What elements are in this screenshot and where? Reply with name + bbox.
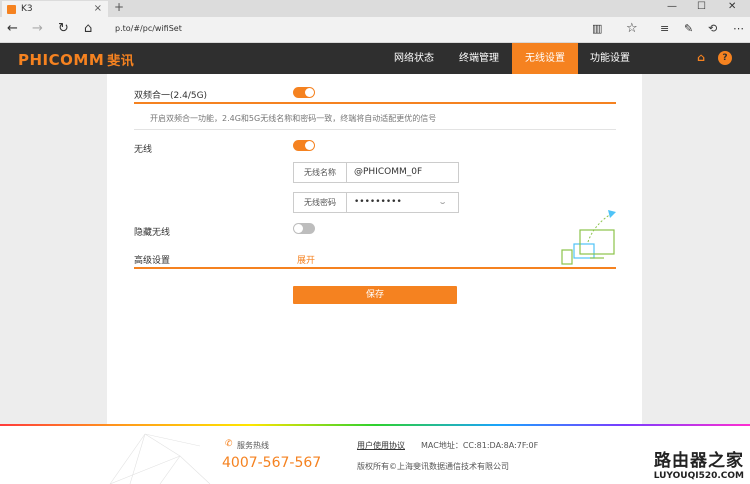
forward-icon[interactable]: → bbox=[32, 21, 43, 36]
password-field-label: 无线密码 bbox=[294, 193, 347, 212]
ssid-input[interactable]: @PHICOMM_0F bbox=[347, 163, 458, 182]
watermark-title: 路由器之家 bbox=[654, 451, 744, 471]
copyright-text: 版权所有©上海斐讯数据通信技术有限公司 bbox=[357, 462, 509, 471]
reading-view-icon[interactable]: ▥ bbox=[592, 22, 602, 35]
toggle-knob bbox=[305, 141, 314, 150]
share-icon[interactable]: ⟲ bbox=[708, 22, 717, 35]
save-button[interactable]: 保存 bbox=[293, 286, 457, 304]
tab-title: K3 bbox=[21, 4, 33, 14]
watermark: 路由器之家 LUYOUQI520.COM bbox=[654, 446, 744, 481]
dual-band-description: 开启双频合一功能，2.4G和5G无线名称和密码一致，终端将自动适配更优的信号 bbox=[150, 114, 437, 123]
advanced-settings-label: 高级设置 bbox=[134, 256, 171, 266]
browser-tab[interactable]: K3 × bbox=[2, 1, 108, 17]
devices-illustration-icon bbox=[561, 210, 616, 265]
hotline-number: 4007-567-567 bbox=[222, 455, 322, 471]
minimize-icon[interactable]: — bbox=[667, 1, 677, 12]
address-bar[interactable]: p.to/#/pc/wifiSet bbox=[115, 24, 182, 33]
toggle-knob bbox=[294, 224, 303, 233]
tab-close-icon[interactable]: × bbox=[94, 3, 102, 14]
network-pattern-icon bbox=[109, 433, 211, 484]
favorite-icon[interactable]: ☆ bbox=[626, 21, 638, 36]
expand-link[interactable]: 展开 bbox=[297, 253, 315, 266]
footer bbox=[0, 426, 750, 484]
back-icon[interactable]: ← bbox=[7, 21, 18, 36]
divider bbox=[134, 129, 616, 130]
hub-icon[interactable]: ≡ bbox=[660, 22, 669, 35]
browser-tab-bar: K3 × + — ☐ ✕ bbox=[0, 0, 750, 17]
ssid-field-label: 无线名称 bbox=[294, 163, 347, 182]
dual-band-toggle[interactable] bbox=[293, 87, 315, 98]
section-divider bbox=[134, 267, 616, 269]
refresh-icon[interactable]: ↻ bbox=[58, 21, 69, 36]
wireless-label: 无线 bbox=[134, 145, 153, 155]
notes-icon[interactable]: ✎ bbox=[684, 22, 693, 35]
password-input[interactable]: ••••••••• bbox=[347, 193, 440, 212]
browser-toolbar: ← → ↻ ⌂ p.to/#/pc/wifiSet ▥ ☆ ≡ ✎ ⟲ ⋯ bbox=[0, 17, 750, 43]
new-tab-icon[interactable]: + bbox=[114, 0, 124, 14]
more-icon[interactable]: ⋯ bbox=[733, 22, 744, 35]
router-header: PHICOMM 斐讯 网络状态 终端管理 无线设置 功能设置 ⌂ ? bbox=[0, 43, 750, 74]
nav-function-settings[interactable]: 功能设置 bbox=[580, 43, 640, 74]
home-icon[interactable]: ⌂ bbox=[84, 21, 92, 36]
watermark-site: LUYOUQI520.COM bbox=[653, 471, 744, 481]
window-close-icon[interactable]: ✕ bbox=[728, 1, 736, 12]
phicomm-logo: PHICOMM 斐讯 bbox=[18, 50, 134, 69]
hide-wireless-label: 隐藏无线 bbox=[134, 228, 171, 238]
user-agreement-link[interactable]: 用户使用协议 bbox=[357, 440, 405, 451]
toggle-knob bbox=[305, 88, 314, 97]
mac-address: MAC地址：CC:81:DA:8A:7F:0F bbox=[421, 441, 539, 450]
hotline-label: 服务热线 bbox=[237, 441, 269, 450]
hide-password-icon[interactable]: ⌣ bbox=[440, 193, 458, 212]
nav-network-status[interactable]: 网络状态 bbox=[384, 43, 444, 74]
logo-text: PHICOMM bbox=[18, 51, 105, 69]
hide-wireless-toggle[interactable] bbox=[293, 223, 315, 234]
help-icon[interactable]: ? bbox=[718, 51, 732, 65]
phone-icon: ✆ bbox=[225, 439, 233, 449]
wireless-toggle[interactable] bbox=[293, 140, 315, 151]
section-divider bbox=[134, 102, 616, 104]
router-status-icon[interactable]: ⌂ bbox=[694, 51, 708, 65]
logo-cn: 斐讯 bbox=[107, 54, 135, 69]
ssid-field[interactable]: 无线名称 @PHICOMM_0F bbox=[293, 162, 459, 183]
dual-band-label: 双频合一(2.4/5G) bbox=[134, 91, 208, 101]
maximize-icon[interactable]: ☐ bbox=[697, 1, 706, 12]
nav-device-management[interactable]: 终端管理 bbox=[448, 43, 510, 74]
site-favicon-icon bbox=[7, 4, 16, 14]
nav-wireless-settings[interactable]: 无线设置 bbox=[512, 43, 578, 74]
password-field[interactable]: 无线密码 ••••••••• ⌣ bbox=[293, 192, 459, 213]
